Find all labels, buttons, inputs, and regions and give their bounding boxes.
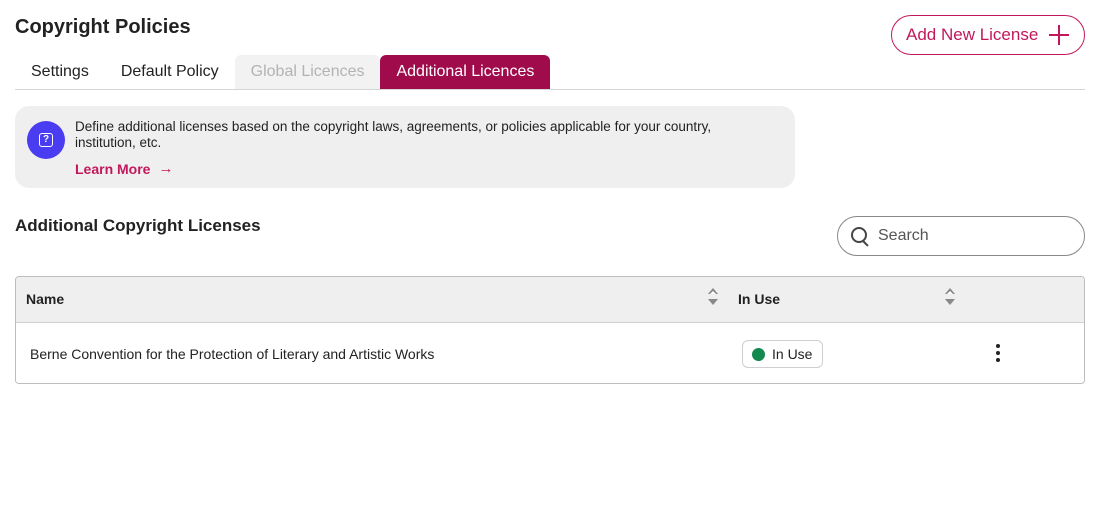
sort-in-use-icon[interactable] <box>944 287 956 309</box>
tab-global-licences: Global Licences <box>234 55 381 89</box>
question-square-icon: ? <box>27 121 65 159</box>
section-title: Additional Copyright Licenses <box>15 216 261 235</box>
search-box[interactable] <box>837 216 1085 256</box>
table-row: Berne Convention for the Protection of L… <box>16 323 1084 383</box>
licenses-table: Name In Use Berne Convention for the Pro… <box>15 276 1085 384</box>
more-options-icon[interactable] <box>990 343 1006 365</box>
license-name: Berne Convention for the Protection of L… <box>30 346 435 362</box>
status-label: In Use <box>772 346 813 362</box>
add-new-license-button[interactable]: Add New License <box>891 15 1085 55</box>
status-badge: In Use <box>742 340 824 368</box>
search-icon <box>850 226 870 246</box>
learn-more-link[interactable]: Learn More → <box>75 160 173 177</box>
table-header: Name In Use <box>16 277 1084 323</box>
tabs-divider <box>15 89 1085 90</box>
sort-name-icon[interactable] <box>707 287 719 309</box>
page-title: Copyright Policies <box>15 16 191 38</box>
arrow-right-icon: → <box>158 160 174 177</box>
tab-additional-licences[interactable]: Additional Licences <box>380 55 551 89</box>
tab-bar: Settings Default Policy Global Licences … <box>15 55 551 89</box>
search-input[interactable] <box>878 227 1068 245</box>
tab-settings[interactable]: Settings <box>15 55 105 89</box>
info-banner: ? Define additional licenses based on th… <box>15 106 795 188</box>
add-new-license-label: Add New License <box>906 25 1039 44</box>
tab-default-policy[interactable]: Default Policy <box>105 55 235 89</box>
column-header-name: Name <box>26 291 65 307</box>
info-text: Define additional licenses based on the … <box>75 119 712 150</box>
status-dot-icon <box>752 347 765 361</box>
plus-icon <box>1048 24 1070 46</box>
column-header-in-use: In Use <box>738 291 781 307</box>
learn-more-label: Learn More <box>75 160 151 177</box>
